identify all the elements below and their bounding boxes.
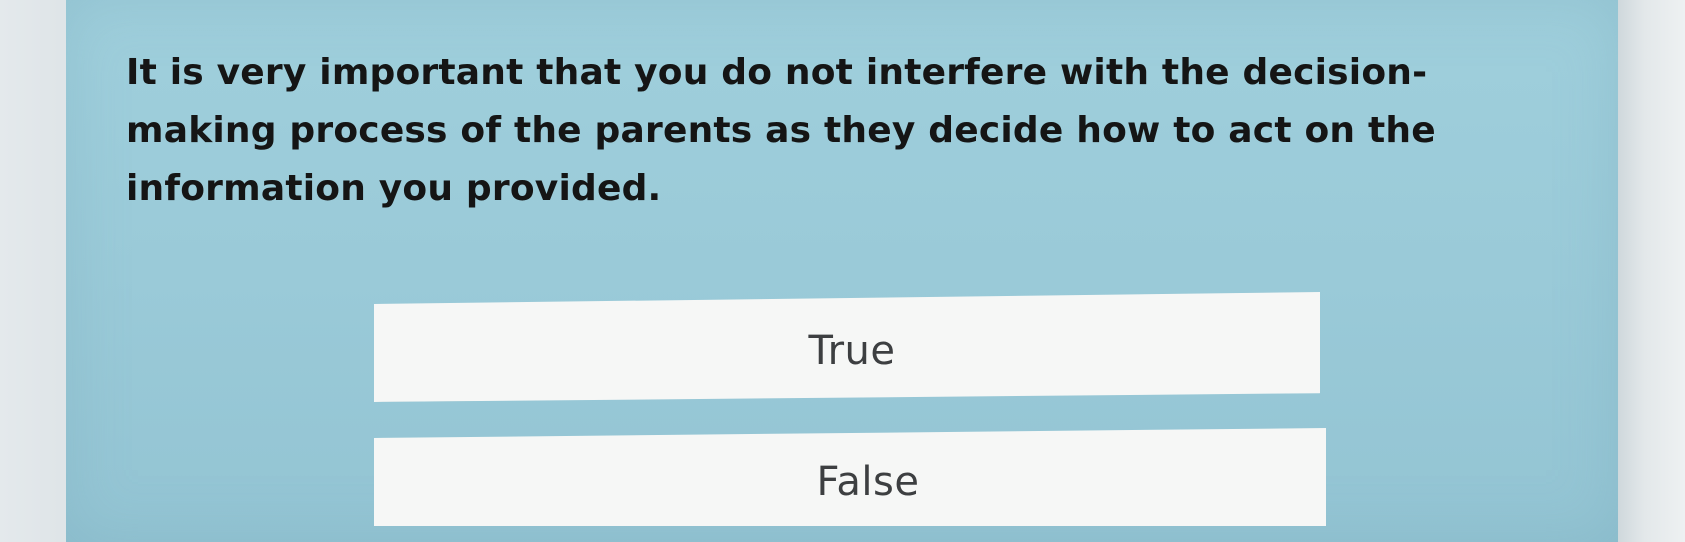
answer-label: False [816, 459, 920, 505]
screen: It is very important that you do not int… [0, 0, 1685, 542]
answer-option-true[interactable]: True [374, 292, 1320, 402]
answer-label: True [808, 328, 896, 374]
screen-bezel [1618, 0, 1685, 542]
question-text: It is very important that you do not int… [126, 52, 1436, 209]
answer-option-false[interactable]: False [374, 428, 1326, 526]
